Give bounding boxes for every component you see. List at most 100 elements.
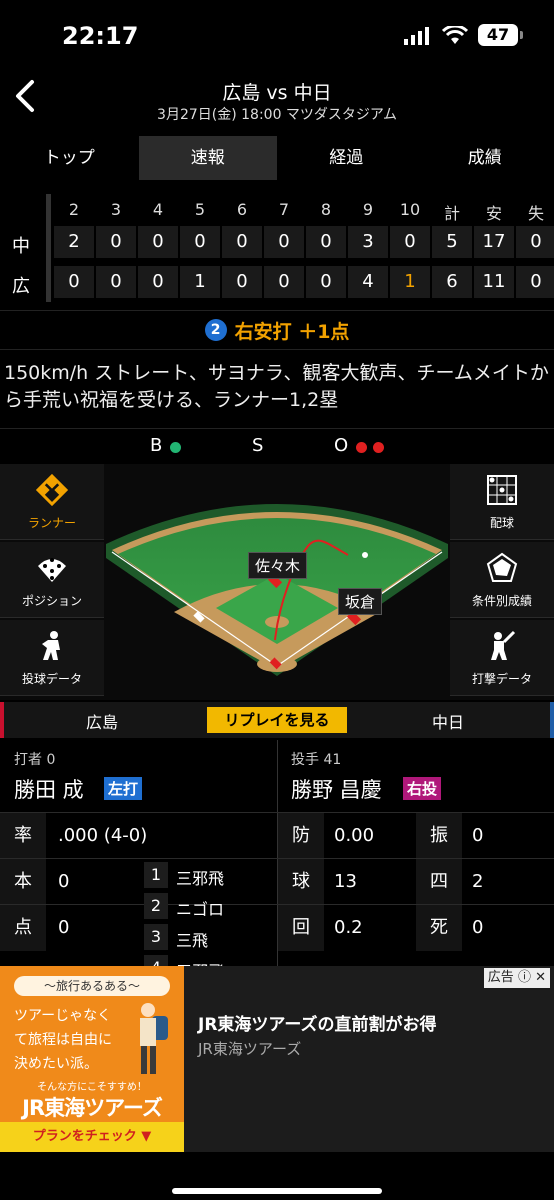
scoreboard: 中 広 2 3 4 5 6 7 8 9 10 計安失 2 0 0 0 0 0 0 3 0 5 17 0 0 0 0 1 0 0 0 4 1 6… — [0, 194, 554, 306]
tab-top[interactable]: トップ — [0, 136, 139, 180]
pitcher-name[interactable]: 勝野 昌慶 — [291, 774, 382, 804]
ad-close-icon[interactable]: ✕ — [535, 970, 546, 985]
at-bat-number: 2 — [144, 893, 168, 919]
tab-bar: トップ 速報 経過 成績 — [0, 136, 554, 180]
pitcher-stat-value: 13 — [334, 871, 357, 892]
batter-role: 打者 0 — [14, 752, 56, 768]
pitcher-stat-value: 0 — [472, 917, 484, 938]
pitcher-role: 投手 41 — [291, 752, 342, 768]
inning-header: 3 — [110, 200, 122, 219]
game-subtitle: 3月27日(金) 18:00 マツダスタジアム — [157, 107, 397, 123]
batter-stat-key: 点 — [0, 905, 46, 951]
ad-image-tagline: 〜旅行あるある〜 — [14, 976, 170, 996]
score-cell: 0 — [138, 266, 178, 298]
ad-info-icon[interactable]: ⓘ — [518, 970, 531, 985]
game-title: 広島 vs 中日 — [222, 82, 332, 104]
pitch-chart-button[interactable]: 配球 — [450, 464, 554, 540]
baseball-field — [104, 501, 450, 700]
pitcher-stat-key: 死 — [416, 905, 462, 951]
at-bat-result: ニゴロ — [176, 900, 225, 919]
score-cell: 6 — [432, 266, 472, 298]
ad-source: JR東海ツアーズ — [198, 1040, 302, 1058]
ad-title[interactable]: JR東海ツアーズの直前割がお得 — [198, 1010, 437, 1035]
wifi-icon — [442, 26, 468, 44]
field-area: 佐々木 坂倉 ランナー ポジション 投球データ 配球 条件別成績 打撃データ — [0, 464, 554, 700]
stats-row-3: 点 0 回 0.2 死 0 — [0, 904, 554, 951]
runner-button[interactable]: ランナー — [0, 464, 104, 540]
scoreboard-team-home: 広 — [12, 276, 30, 297]
ad-badge[interactable]: 広告 ⓘ ✕ — [483, 968, 550, 988]
ball-label: B — [150, 435, 163, 456]
batter-stat-key: 本 — [0, 859, 46, 905]
inning-header: 9 — [362, 200, 374, 219]
at-bat-item: 2 ニゴロ — [144, 893, 274, 923]
pitcher-stat-value: 0.2 — [334, 917, 363, 938]
score-cell: 0 — [54, 266, 94, 298]
at-bat-result: 三邪飛 — [176, 958, 224, 966]
pitcher-icon — [42, 631, 60, 660]
inning-header: 8 — [320, 200, 332, 219]
pitcher-info: 投手 41 勝野 昌慶 右投 — [277, 740, 554, 812]
batter-hand-badge: 左打 — [104, 777, 143, 800]
away-team-label: 中日 — [432, 713, 465, 732]
at-bat-number: 4 — [144, 955, 168, 966]
replay-button[interactable]: リプレイを見る — [207, 707, 347, 733]
score-cell: 1 — [390, 266, 430, 298]
ad-image-subcopy: そんな方にこそすすめ！ — [37, 1082, 147, 1093]
score-cell: 0 — [516, 266, 554, 298]
ad-image[interactable]: 〜旅行あるある〜 ツアーじゃなくて旅程は自由に決めたい派。 そんな方にこそすすめ… — [0, 966, 184, 1152]
out-label: O — [334, 435, 349, 456]
score-cell: 11 — [474, 266, 514, 298]
runner-diamond-icon — [36, 474, 68, 506]
pitch-data-button[interactable]: 投球データ — [0, 620, 104, 696]
score-cell: 3 — [348, 226, 388, 258]
position-button[interactable]: ポジション — [0, 542, 104, 618]
ad-image-brand: JR東海ツアーズ — [22, 1096, 163, 1120]
score-cell: 0 — [138, 226, 178, 258]
tab-stats[interactable]: 成績 — [416, 136, 554, 180]
scoreboard-team-away: 中 — [12, 236, 30, 257]
tab-progress[interactable]: 経過 — [277, 136, 416, 180]
out-dot — [373, 442, 384, 453]
pitcher-stat-key: 回 — [278, 905, 324, 951]
ad-banner[interactable]: 〜旅行あるある〜 ツアーじゃなくて旅程は自由に決めたい派。 そんな方にこそすすめ… — [0, 966, 554, 1152]
score-cell: 0 — [306, 226, 346, 258]
play-number-badge: 2 — [204, 319, 227, 341]
split-stats-button[interactable]: 条件別成績 — [450, 542, 554, 618]
status-time: 22:17 — [62, 22, 139, 50]
strike-label: S — [252, 435, 264, 456]
batting-data-button[interactable]: 打撃データ — [450, 620, 554, 696]
inning-header: 安 — [485, 204, 502, 223]
ad-image-copy: ツアーじゃなくて旅程は自由に決めたい派。 — [14, 1008, 112, 1072]
score-cell: 0 — [180, 226, 220, 258]
game-header: 広島 vs 中日 3月27日(金) 18:00 マツダスタジアム — [0, 70, 554, 130]
score-cell: 0 — [264, 266, 304, 298]
at-bat-item: 1 三邪飛 — [144, 862, 274, 892]
position-icon — [38, 558, 66, 582]
battery-indicator: 47 — [478, 24, 518, 46]
bso-count: B S O — [0, 428, 554, 462]
batter-stat-key: 率 — [0, 813, 46, 859]
pitcher-stat-key: 球 — [278, 859, 324, 905]
at-bat-result: 三邪飛 — [176, 869, 225, 888]
home-color-bar — [0, 702, 4, 738]
score-cell: 0 — [516, 226, 554, 258]
play-result-text: 右安打 ＋1点 — [234, 320, 350, 343]
batting-data-label: 打撃データ — [471, 672, 532, 686]
score-cell: 2 — [54, 226, 94, 258]
batter-name[interactable]: 勝田 成 — [14, 774, 84, 804]
ball-dot — [170, 442, 181, 453]
inning-header: 7 — [278, 200, 290, 219]
inning-header: 6 — [236, 200, 248, 219]
home-indicator[interactable] — [172, 1188, 382, 1194]
tab-live[interactable]: 速報 — [138, 136, 277, 180]
fielder-tag-sasaki: 佐々木 — [248, 552, 308, 579]
batter-icon — [491, 630, 516, 660]
play-result: 2 右安打 ＋1点 — [0, 310, 554, 350]
ad-cta-button[interactable]: プランをチェック ▼ — [0, 1122, 184, 1152]
runner-label: ランナー — [27, 516, 76, 530]
score-cell: 0 — [96, 226, 136, 258]
score-cell: 0 — [222, 226, 262, 258]
pitch-grid-icon — [487, 475, 517, 505]
pitcher-stat-value: 2 — [472, 871, 484, 892]
